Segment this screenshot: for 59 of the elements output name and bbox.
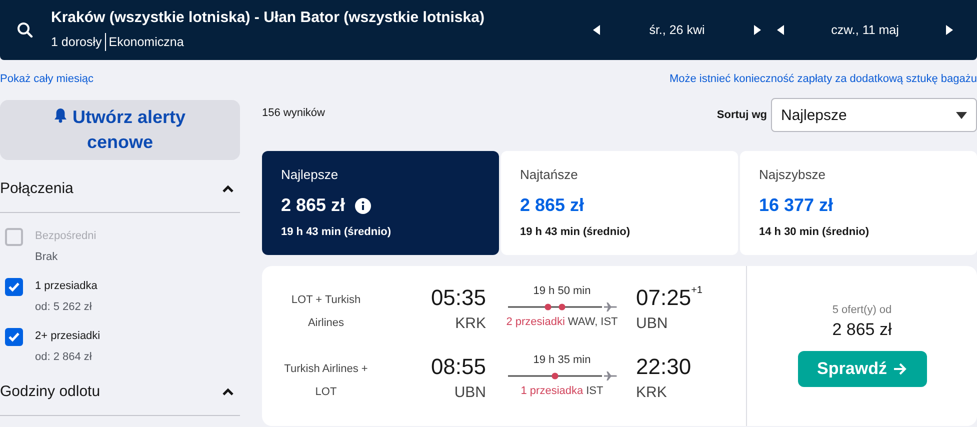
info-icon[interactable]: [355, 198, 372, 214]
next-date-button[interactable]: [944, 23, 955, 37]
layover-airport: WAW,: [568, 316, 598, 328]
offers-count: 5 ofert(y) od: [832, 304, 892, 316]
departure-time: 08:55: [430, 354, 486, 380]
sort-dropdown[interactable]: Najlepsze: [771, 98, 977, 132]
departure-airport: UBN: [454, 384, 486, 401]
bell-icon: [54, 108, 68, 123]
stops-count: 2 przesiadki: [506, 316, 565, 328]
price-alert-button[interactable]: Utwórz alerty cenowe: [0, 100, 240, 160]
cabin-class-label: Ekonomiczna: [108, 35, 184, 49]
sort-label: Sortuj wg: [716, 109, 767, 121]
month-link[interactable]: Pokaż cały miesiąc: [0, 73, 94, 85]
check-icon: [8, 332, 20, 342]
arrival-airport: UBN: [636, 315, 669, 332]
filter-option-price: od: 2 864 zł: [35, 351, 93, 363]
check-icon: [8, 282, 20, 292]
previous-date-button[interactable]: [775, 23, 786, 37]
sort-tab[interactable]: Najtańsze 2 865 zł 19 h 43 min (średnio): [501, 151, 738, 255]
filter-option-label: 2+ przesiadki: [35, 330, 100, 342]
arrival-time: 22:30: [636, 354, 692, 380]
filter-option-label: Bezpośredni: [35, 230, 96, 242]
plane-icon: [604, 370, 616, 382]
baggage-link[interactable]: Może istnieć konieczność zapłaty za dodatkową sztukę bagażu: [669, 73, 977, 85]
filter-option-price: Brak: [35, 251, 59, 263]
arrival-time: 07:25: [636, 285, 692, 311]
next-date-button[interactable]: [752, 23, 763, 37]
dropdown-icon: [956, 112, 967, 118]
layover-airport: IST: [586, 385, 604, 397]
airline-name: Turkish Airlines + LOT: [283, 362, 369, 400]
passengers-label: 1 dorosły: [51, 35, 102, 49]
stops-count: 1 przesiadka: [520, 385, 584, 397]
previous-date-button[interactable]: [591, 23, 602, 37]
checkbox[interactable]: [5, 278, 23, 296]
flight-duration: 19 h 50 min: [533, 285, 591, 297]
date-label[interactable]: czw., 11 maj: [831, 23, 899, 37]
search-icon[interactable]: [17, 22, 33, 38]
day-offset: +1: [691, 285, 702, 296]
departure-airport: KRK: [455, 315, 486, 332]
filter-option-label: 1 przesiadka: [35, 280, 98, 292]
offer-price: 2 865 zł: [832, 320, 892, 340]
departure-time: 05:35: [430, 285, 486, 311]
filter-section-title: Godziny odlotu: [0, 383, 100, 400]
filter-section-title: Połączenia: [0, 180, 74, 197]
route-title[interactable]: Kraków (wszystkie lotniska) - Ułan Bator (wszystkie lotniska): [51, 9, 581, 26]
sort-tab[interactable]: Najlepsze 2 865 zł 19 h 43 min (średnio): [262, 151, 499, 255]
chevron-icon: [222, 388, 234, 396]
airline-name: LOT + Turkish Airlines: [290, 293, 362, 331]
arrival-airport: KRK: [636, 384, 668, 401]
filter-option-price: od: 5 262 zł: [35, 301, 93, 313]
checkbox[interactable]: [5, 328, 23, 346]
sort-tab[interactable]: Najszybsze 16 377 zł 14 h 30 min (średnio): [740, 151, 977, 255]
layover-airport: IST: [600, 316, 618, 328]
chevron-icon: [222, 184, 234, 192]
results-count: 156 wyników: [262, 107, 325, 119]
arrow-right-icon: [892, 363, 907, 375]
date-label[interactable]: śr., 26 kwi: [649, 23, 705, 37]
flight-duration: 19 h 35 min: [533, 354, 591, 366]
plane-icon: [604, 301, 616, 313]
